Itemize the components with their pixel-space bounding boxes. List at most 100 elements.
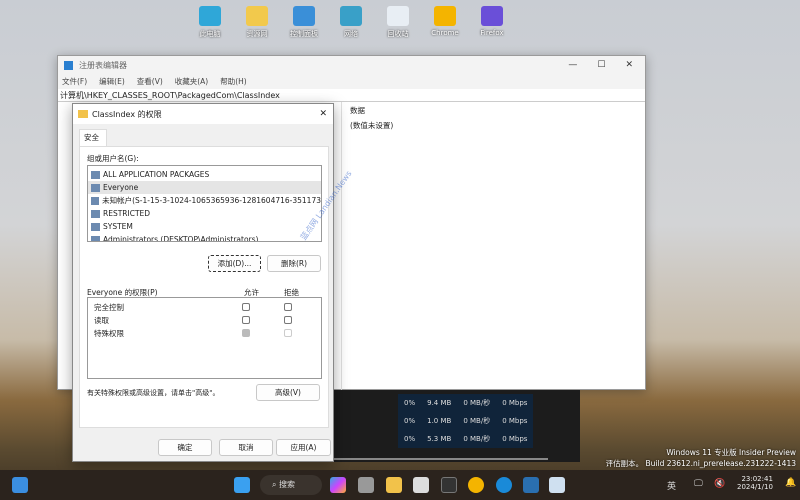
regedit-taskbar-icon[interactable] bbox=[523, 477, 539, 493]
desktop-icon[interactable]: 此电脑 bbox=[193, 6, 227, 39]
start-button[interactable] bbox=[234, 477, 250, 493]
allow-checkbox[interactable] bbox=[242, 329, 250, 337]
terminal-icon[interactable] bbox=[441, 477, 457, 493]
desktop-icon-label: Chrome bbox=[431, 29, 459, 37]
desktop-icon-label: 此电脑 bbox=[199, 30, 221, 38]
tab-security[interactable]: 安全 bbox=[79, 129, 107, 147]
advanced-button[interactable]: 高级(V) bbox=[256, 384, 320, 401]
permissions-dialog: ClassIndex 的权限 ✕ 安全 组或用户名(G): ALL APPLIC… bbox=[72, 103, 334, 462]
search-box[interactable]: ⌕ 搜索 bbox=[260, 475, 322, 495]
chrome-icon bbox=[434, 6, 456, 26]
desktop-icon[interactable]: 资源网 bbox=[240, 6, 274, 39]
process-cell: 0 MB/秒 bbox=[463, 399, 491, 407]
user-list-item[interactable]: RESTRICTED bbox=[88, 207, 321, 220]
process-row[interactable]: 0% 9.4 MB 0 MB/秒 0 Mbps bbox=[398, 394, 533, 412]
process-cell: 1.0 MB bbox=[427, 417, 452, 425]
horizontal-scrollbar[interactable] bbox=[333, 458, 548, 460]
store-icon[interactable] bbox=[413, 477, 429, 493]
network-icon[interactable]: 🖵 bbox=[694, 479, 703, 489]
user-list-item[interactable]: Administrators (DESKTOP\Administrators) bbox=[88, 233, 321, 241]
deny-checkbox[interactable] bbox=[284, 316, 292, 324]
task-manager-taskbar-icon[interactable] bbox=[549, 477, 565, 493]
cancel-button[interactable]: 取消 bbox=[219, 439, 273, 456]
process-row[interactable]: 0% 1.0 MB 0 MB/秒 0 Mbps bbox=[398, 412, 533, 430]
user-list[interactable]: ALL APPLICATION PACKAGES Everyone 未知帐户(S-1… bbox=[87, 165, 322, 242]
regedit-icon bbox=[64, 60, 73, 70]
permissions-list: 完全控制 读取 特殊权限 bbox=[87, 297, 322, 379]
address-bar[interactable]: 计算机\HKEY_CLASSES_ROOT\PackagedCom\ClassI… bbox=[58, 89, 645, 102]
deny-checkbox[interactable] bbox=[284, 303, 292, 311]
menu-view[interactable]: 查看(V) bbox=[137, 76, 163, 87]
value-data[interactable]: (数值未设置) bbox=[350, 120, 393, 131]
user-name: ALL APPLICATION PACKAGES bbox=[103, 170, 210, 179]
maximize-button[interactable]: ☐ bbox=[597, 60, 605, 70]
notification-bell-icon[interactable]: 🔔 bbox=[785, 478, 796, 488]
user-group-icon bbox=[91, 209, 100, 218]
allow-checkbox[interactable] bbox=[242, 316, 250, 324]
security-panel: 组或用户名(G): ALL APPLICATION PACKAGES Everyo… bbox=[79, 146, 329, 428]
menu-favorites[interactable]: 收藏夹(A) bbox=[175, 76, 208, 87]
user-name: SYSTEM bbox=[103, 222, 133, 231]
dialog-title: ClassIndex 的权限 bbox=[92, 109, 162, 119]
clock[interactable]: 23:02:41 2024/1/10 bbox=[737, 475, 773, 491]
desktop-icon[interactable]: 网络 bbox=[334, 6, 368, 39]
widgets-icon[interactable] bbox=[12, 477, 28, 493]
task-view-icon[interactable] bbox=[358, 477, 374, 493]
process-cell: 0% bbox=[404, 399, 416, 407]
user-group-icon bbox=[91, 170, 100, 179]
minimize-button[interactable]: — bbox=[568, 60, 577, 70]
desktop-icon[interactable]: 控制面板 bbox=[287, 6, 321, 39]
permission-name: 完全控制 bbox=[94, 303, 124, 312]
time: 23:02:41 bbox=[741, 475, 773, 483]
menu-file[interactable]: 文件(F) bbox=[62, 76, 87, 87]
ok-button[interactable]: 确定 bbox=[158, 439, 212, 456]
copilot-icon[interactable] bbox=[330, 477, 346, 493]
add-button[interactable]: 添加(D)... bbox=[208, 255, 261, 272]
firefox-icon bbox=[481, 6, 503, 26]
process-cell: 0 Mbps bbox=[502, 435, 528, 443]
task-manager-window: 0% 9.4 MB 0 MB/秒 0 Mbps 0% 1.0 MB 0 MB/秒 0 Mbps… bbox=[333, 390, 580, 462]
allow-checkbox[interactable] bbox=[242, 303, 250, 311]
edge-icon[interactable] bbox=[496, 477, 512, 493]
menu-help[interactable]: 帮助(H) bbox=[220, 76, 247, 87]
remove-button[interactable]: 删除(R) bbox=[267, 255, 321, 272]
file-explorer-icon[interactable] bbox=[386, 477, 402, 493]
ime-indicator[interactable]: 英 bbox=[667, 479, 676, 492]
pane-divider[interactable] bbox=[341, 102, 342, 391]
folder-icon bbox=[78, 110, 88, 118]
dialog-close-button[interactable]: ✕ bbox=[319, 109, 327, 119]
user-list-item[interactable]: SYSTEM bbox=[88, 220, 321, 233]
taskbar: ⌕ 搜索 英 🖵 🔇 23:02:41 2024/1/10 🔔 bbox=[0, 470, 800, 500]
此电脑-icon bbox=[199, 6, 221, 26]
column-header-data[interactable]: 数据 bbox=[350, 105, 365, 116]
apply-button[interactable]: 应用(A) bbox=[276, 439, 331, 456]
user-list-item[interactable]: Everyone bbox=[88, 181, 321, 194]
process-cell: 5.3 MB bbox=[427, 435, 452, 443]
process-cell: 0 MB/秒 bbox=[463, 417, 491, 425]
user-list-item[interactable]: 未知帐户(S-1-15-3-1024-1065365936-1281604716… bbox=[88, 194, 321, 207]
desktop-icon-label: 控制面板 bbox=[290, 30, 318, 38]
deny-checkbox[interactable] bbox=[284, 329, 292, 337]
user-name: Everyone bbox=[103, 183, 139, 192]
close-button[interactable]: ✕ bbox=[625, 60, 633, 70]
process-cell: 0% bbox=[404, 417, 416, 425]
user-list-item[interactable]: ALL APPLICATION PACKAGES bbox=[88, 168, 321, 181]
process-cell: 9.4 MB bbox=[427, 399, 452, 407]
process-cell: 0 MB/秒 bbox=[463, 435, 491, 443]
group-label: 组或用户名(G): bbox=[87, 154, 139, 163]
user-group-icon bbox=[91, 235, 100, 241]
process-cell: 0% bbox=[404, 435, 416, 443]
volume-icon[interactable]: 🔇 bbox=[714, 479, 725, 489]
desktop-icon[interactable]: 回收站 bbox=[381, 6, 415, 39]
desktop-icon[interactable]: Firefox bbox=[475, 6, 509, 37]
process-row[interactable]: 0% 5.3 MB 0 MB/秒 0 Mbps bbox=[398, 430, 533, 448]
process-cell: 0 Mbps bbox=[502, 417, 528, 425]
desktop-icon-label: 网络 bbox=[344, 30, 358, 38]
资源网-icon bbox=[246, 6, 268, 26]
chrome-canary-icon[interactable] bbox=[468, 477, 484, 493]
menu-edit[interactable]: 编辑(E) bbox=[99, 76, 125, 87]
desktop-icon[interactable]: Chrome bbox=[428, 6, 462, 37]
user-group-icon bbox=[91, 183, 100, 192]
process-table: 0% 9.4 MB 0 MB/秒 0 Mbps 0% 1.0 MB 0 MB/秒 0 Mbps… bbox=[398, 394, 534, 448]
search-icon: ⌕ bbox=[272, 480, 280, 489]
